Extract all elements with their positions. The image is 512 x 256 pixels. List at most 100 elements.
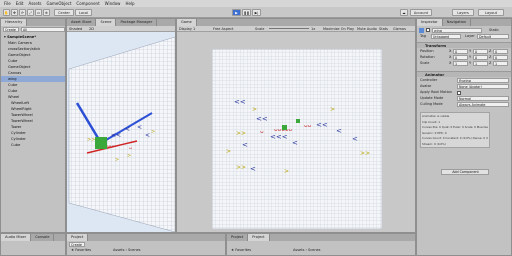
axis-label: Z — [489, 55, 492, 59]
tab-console[interactable]: Console — [31, 234, 55, 241]
menu-edit[interactable]: Edit — [16, 1, 24, 6]
2d-toggle[interactable]: 2D — [89, 26, 94, 32]
layout-dropdown[interactable]: Layout — [478, 9, 504, 16]
tab-asset-store[interactable]: Asset Store — [67, 19, 97, 26]
tab-hierarchy[interactable]: Hierarchy — [1, 19, 28, 26]
inspector-tabbar: Inspector Navigation — [417, 19, 511, 26]
tab-project-b[interactable]: Project — [248, 234, 270, 241]
scale-slider[interactable] — [269, 28, 309, 29]
hierarchy-create-button[interactable]: Create — [3, 27, 19, 32]
transform-y-input[interactable]: 0 — [473, 49, 488, 54]
favorites-label[interactable]: ★ Favorites — [71, 248, 91, 253]
stats-toggle[interactable]: Stats — [379, 26, 388, 32]
tag-dropdown[interactable]: Untagged — [431, 34, 461, 39]
svg-text:ᴗ: ᴗ — [129, 145, 132, 151]
transform-z-input[interactable]: 1 — [493, 61, 508, 66]
tab-project[interactable]: Project — [67, 234, 89, 241]
hierarchy-search-input[interactable]: All — [21, 27, 65, 32]
pivot-local-toggle[interactable]: Local — [75, 9, 92, 16]
project2-breadcrumb: Assets › Scenes — [293, 248, 321, 252]
hand-tool-icon[interactable]: ✋ — [3, 9, 10, 16]
animator-field-value[interactable]: flywing — [457, 78, 509, 83]
menu-help[interactable]: Help — [125, 1, 134, 6]
svg-text:>: > — [127, 153, 131, 159]
layer-label: Layer — [465, 34, 475, 38]
menu-window[interactable]: Window — [105, 1, 121, 6]
breadcrumb-assets[interactable]: Assets — [113, 248, 124, 252]
tab-audio-mixer[interactable]: Audio Mixer — [1, 234, 32, 241]
scene-tabbar: Asset Store Scene Package Manager — [67, 19, 175, 26]
step-icon[interactable]: ▶| — [252, 9, 261, 16]
move-tool-icon[interactable]: ✥ — [11, 9, 18, 16]
animator-field-value[interactable]: Always Animate — [457, 102, 509, 107]
hierarchy-item[interactable]: Cube — [1, 142, 65, 148]
transform-x-input[interactable]: 1 — [453, 61, 468, 66]
pause-icon[interactable]: ❚❚ — [242, 9, 251, 16]
tab-package-manager[interactable]: Package Manager — [116, 19, 158, 26]
breadcrumb2-scenes[interactable]: Scenes — [308, 248, 321, 252]
tab-project-a[interactable]: Project — [227, 234, 249, 241]
game-viewport[interactable]: << << <<< < << < < < < >> > >> > >> > > … — [212, 49, 382, 229]
shading-mode-dropdown[interactable]: Shaded — [69, 26, 82, 32]
apply-root-motion-checkbox[interactable] — [457, 91, 461, 95]
scale-tool-icon[interactable]: ⤢ — [27, 9, 34, 16]
active-checkbox[interactable] — [426, 28, 430, 32]
menu-file[interactable]: File — [4, 1, 11, 6]
menu-gameobject[interactable]: GameObject — [46, 1, 71, 6]
display-dropdown[interactable]: Display 1 — [179, 26, 195, 32]
object-name-input[interactable]: wing — [432, 28, 482, 33]
favorites-label-2[interactable]: ★ Favorites — [231, 248, 251, 253]
gizmos-dropdown[interactable]: Gizmos — [393, 26, 406, 32]
transform-header[interactable]: Transform — [417, 42, 511, 48]
svg-text:ᴗ: ᴗ — [260, 128, 264, 135]
pivot-center-toggle[interactable]: Center — [54, 9, 74, 16]
add-component-button[interactable]: Add Component — [441, 169, 489, 175]
static-toggle[interactable]: Static — [489, 28, 499, 33]
svg-text:<: < — [336, 127, 342, 135]
svg-text:<: < — [352, 135, 358, 143]
project-create-button[interactable]: Create — [69, 242, 85, 247]
animator-field-value[interactable]: None (Avatar) — [457, 84, 509, 89]
favorites-text-2: Favorites — [235, 248, 252, 252]
rect-tool-icon[interactable]: ▭ — [35, 9, 42, 16]
transform-tool-icon[interactable]: ⊕ — [43, 9, 50, 16]
breadcrumb-scenes[interactable]: Scenes — [128, 248, 141, 252]
transform-x-input[interactable]: 0 — [453, 55, 468, 60]
animator-info-box: Animation is visible Clip Count: 1 Curves … — [420, 112, 490, 148]
transform-x-input[interactable]: 0 — [453, 49, 468, 54]
svg-text:>>: >> — [360, 150, 370, 157]
transform-y-input[interactable]: 0 — [473, 55, 488, 60]
play-icon[interactable]: ▶ — [232, 9, 241, 16]
tab-scene[interactable]: Scene — [96, 19, 117, 26]
tab-navigation[interactable]: Navigation — [443, 19, 472, 26]
svg-text:<: < — [125, 126, 130, 133]
menu-component[interactable]: Component — [76, 1, 99, 6]
game-tabbar: Game — [177, 19, 415, 26]
cloud-icon[interactable]: ☁ — [400, 9, 408, 16]
svg-text:<: < — [250, 165, 256, 173]
transform-z-input[interactable]: 0 — [493, 49, 508, 54]
layer-dropdown[interactable]: Default — [477, 34, 509, 39]
tab-game[interactable]: Game — [177, 19, 197, 26]
svg-text:<<<: <<< — [270, 133, 288, 141]
layers-dropdown[interactable]: Layers — [452, 9, 474, 16]
rotate-tool-icon[interactable]: ⟳ — [19, 9, 26, 16]
animator-field-label: Apply Root Motion — [420, 90, 452, 94]
mute-audio-toggle[interactable]: Mute Audio — [357, 26, 377, 32]
maximize-on-play-toggle[interactable]: Maximize On Play — [323, 26, 354, 32]
breadcrumb2-assets[interactable]: Assets — [293, 248, 304, 252]
svg-text:<: < — [292, 139, 298, 147]
menu-assets[interactable]: Assets — [28, 1, 41, 6]
svg-text:>>: >> — [87, 137, 95, 143]
aspect-dropdown[interactable]: Free Aspect — [213, 26, 233, 32]
transform-y-input[interactable]: 1 — [473, 61, 488, 66]
animator-field-label: Culling Mode — [420, 102, 443, 106]
animator-field-value[interactable]: Normal — [457, 96, 509, 101]
transform-label: Scale — [420, 61, 430, 65]
animator-header[interactable]: Animator — [417, 71, 511, 77]
scene-viewport[interactable]: << < < < >> > > > ᴗᴗᴗ ᴗ — [67, 33, 175, 232]
svg-text:ᴗᴗ: ᴗᴗ — [304, 122, 312, 129]
tab-inspector[interactable]: Inspector — [417, 19, 443, 26]
transform-z-input[interactable]: 0 — [493, 55, 508, 60]
account-dropdown[interactable]: Account — [410, 9, 432, 16]
